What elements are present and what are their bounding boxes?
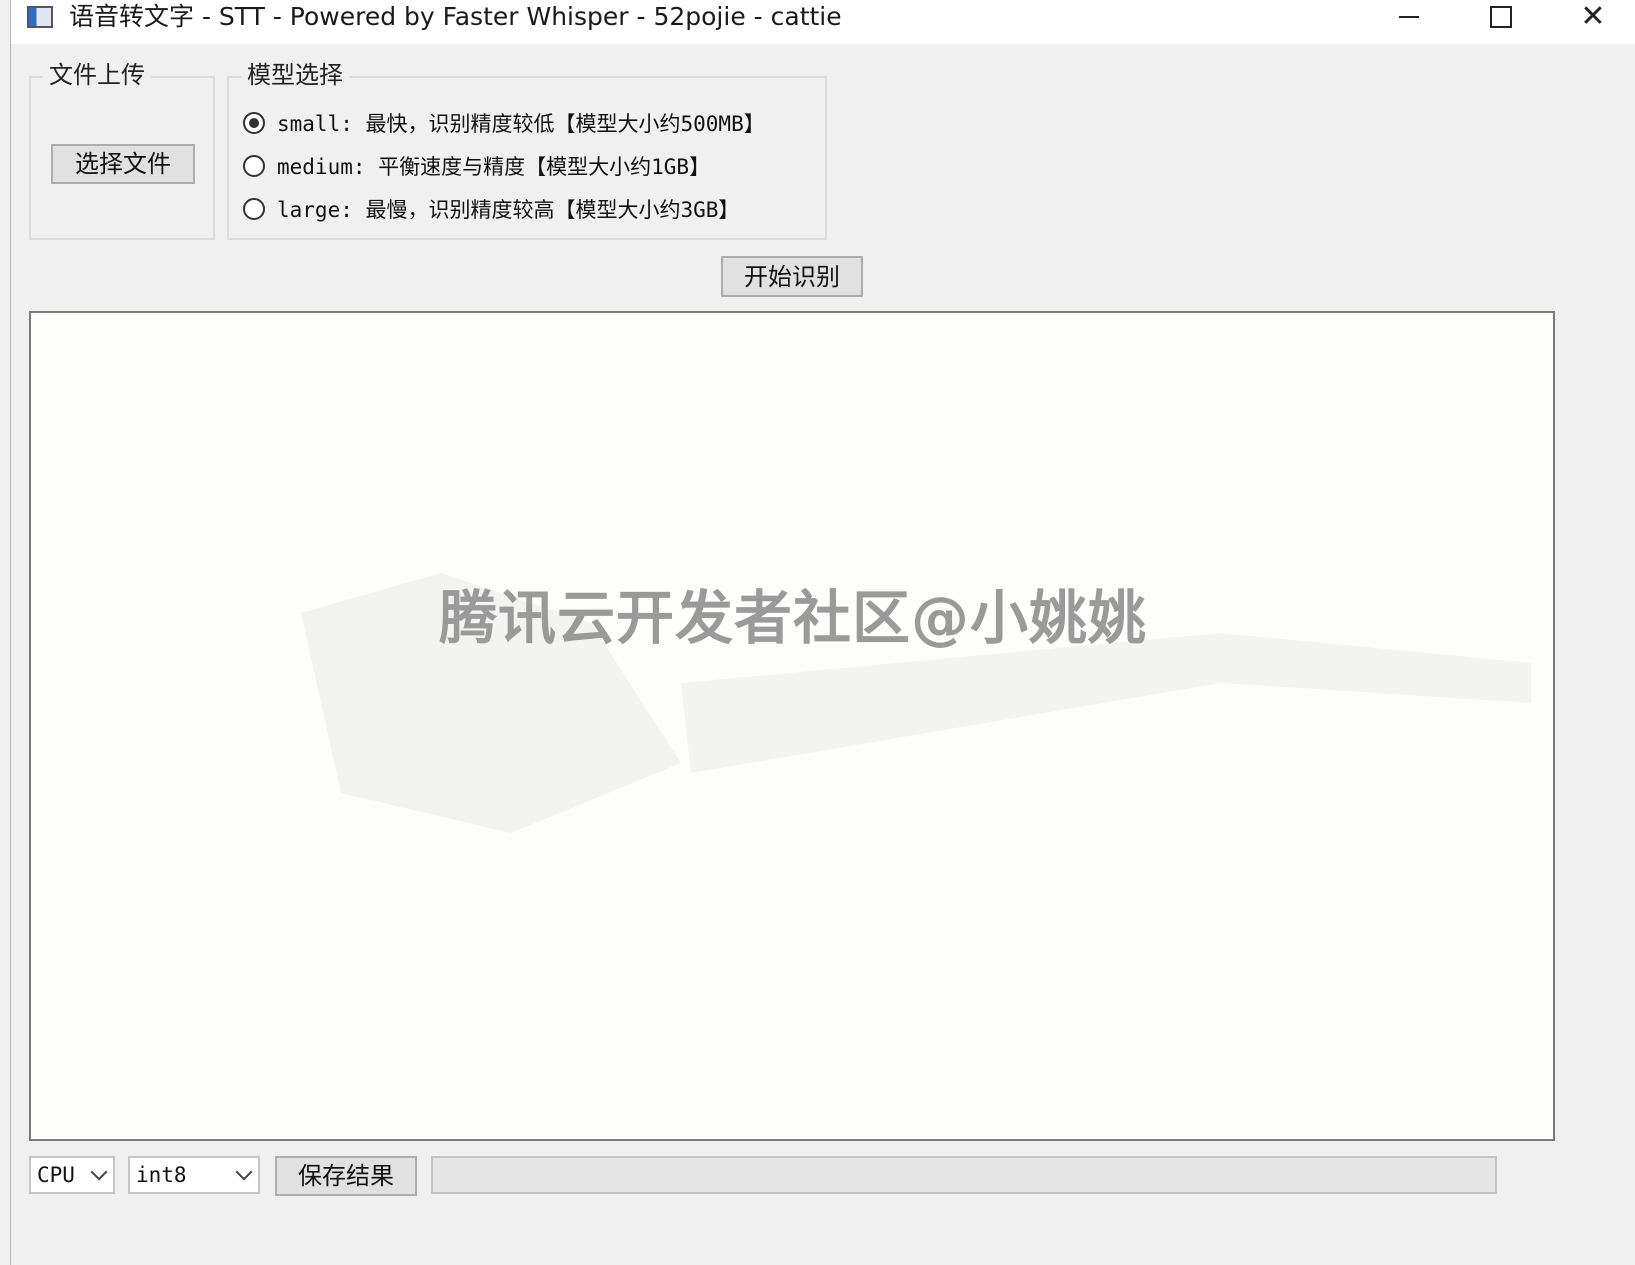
device-select-value: CPU [37, 1163, 75, 1187]
model-select-legend: 模型选择 [241, 60, 349, 90]
transcript-output[interactable]: 腾讯云开发者社区@小姚姚 [29, 311, 1555, 1141]
minimize-icon [1399, 16, 1419, 18]
model-select-group: 模型选择 small: 最快，识别精度较低【模型大小约500MB】 medium… [227, 60, 827, 240]
close-icon: ✕ [1580, 0, 1606, 34]
model-option-medium[interactable]: medium: 平衡速度与精度【模型大小约1GB】 [243, 149, 710, 183]
model-option-small-label: small: 最快，识别精度较低【模型大小约500MB】 [277, 112, 765, 136]
app-icon [27, 6, 53, 28]
file-upload-group: 文件上传 选择文件 [29, 60, 215, 240]
save-result-button[interactable]: 保存结果 [275, 1156, 417, 1196]
model-option-small[interactable]: small: 最快，识别精度较低【模型大小约500MB】 [243, 106, 765, 140]
progress-bar [431, 1156, 1497, 1194]
chevron-down-icon [90, 1163, 108, 1181]
precision-select-value: int8 [136, 1163, 187, 1187]
minimize-button[interactable] [1369, 0, 1449, 34]
radio-large[interactable] [243, 198, 265, 220]
model-option-medium-label: medium: 平衡速度与精度【模型大小约1GB】 [277, 155, 711, 179]
model-option-large-label: large: 最慢，识别精度较高【模型大小约3GB】 [277, 198, 740, 222]
model-option-large[interactable]: large: 最慢，识别精度较高【模型大小约3GB】 [243, 192, 739, 226]
watermark-text: 腾讯云开发者社区@小姚姚 [439, 584, 1148, 652]
radio-small[interactable] [243, 112, 265, 134]
window-title: 语音转文字 - STT - Powered by Faster Whisper … [69, 2, 842, 31]
device-select[interactable]: CPU [29, 1156, 115, 1194]
precision-select[interactable]: int8 [128, 1156, 260, 1194]
choose-file-button[interactable]: 选择文件 [51, 144, 195, 184]
app-window: 语音转文字 - STT - Powered by Faster Whisper … [10, 0, 1635, 1265]
start-recognition-button[interactable]: 开始识别 [721, 256, 863, 297]
file-upload-legend: 文件上传 [43, 60, 151, 90]
radio-medium[interactable] [243, 155, 265, 177]
maximize-icon [1490, 6, 1512, 28]
maximize-button[interactable] [1461, 0, 1541, 34]
title-bar[interactable]: 语音转文字 - STT - Powered by Faster Whisper … [11, 0, 1635, 44]
chevron-down-icon [235, 1163, 253, 1181]
close-button[interactable]: ✕ [1553, 0, 1633, 34]
